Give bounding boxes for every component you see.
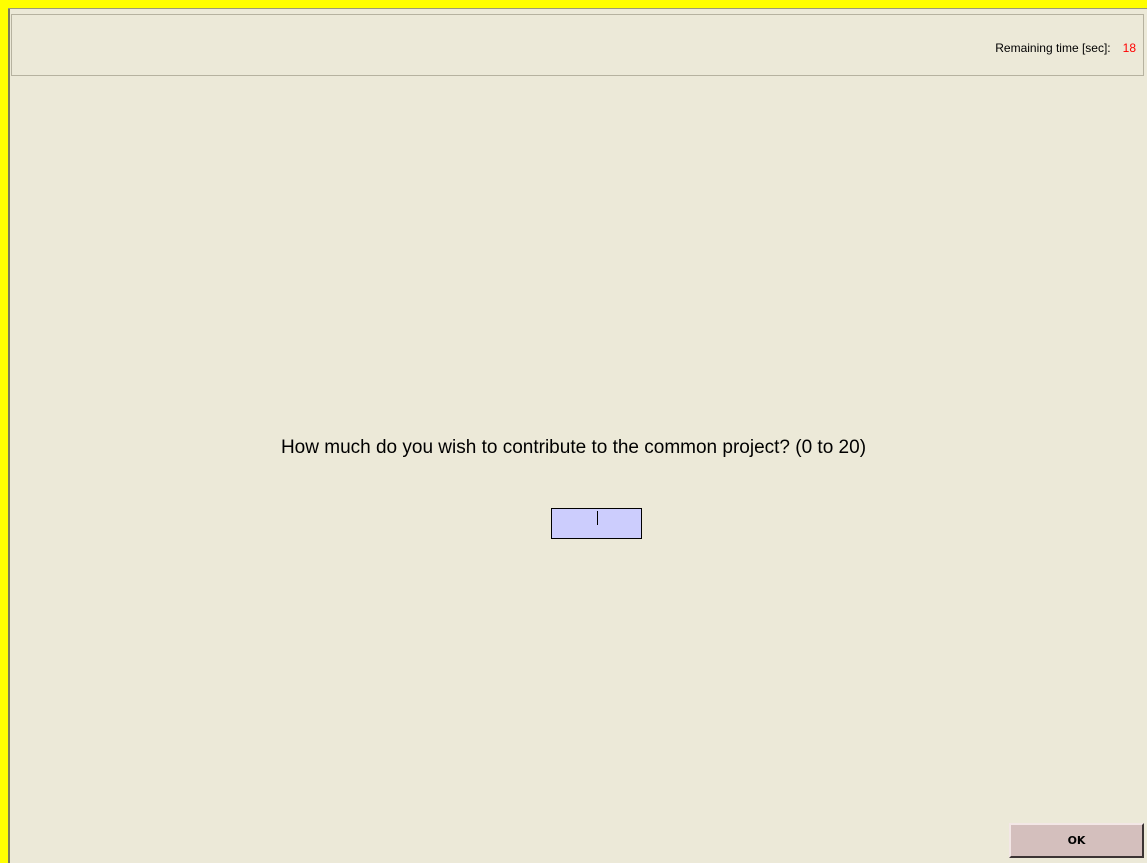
window-border-top <box>8 8 1147 9</box>
timer-value: 18 <box>1122 41 1136 55</box>
contribution-question: How much do you wish to contribute to th… <box>280 437 867 458</box>
ok-button[interactable]: OK <box>1009 823 1144 858</box>
text-caret <box>597 511 598 525</box>
timer-label: Remaining time [sec]: <box>995 41 1111 55</box>
app-window <box>0 0 1147 863</box>
header-panel: Remaining time [sec]: 18 <box>11 14 1144 76</box>
remaining-time: Remaining time [sec]: 18 <box>995 41 1136 55</box>
window-border-left <box>8 8 10 863</box>
